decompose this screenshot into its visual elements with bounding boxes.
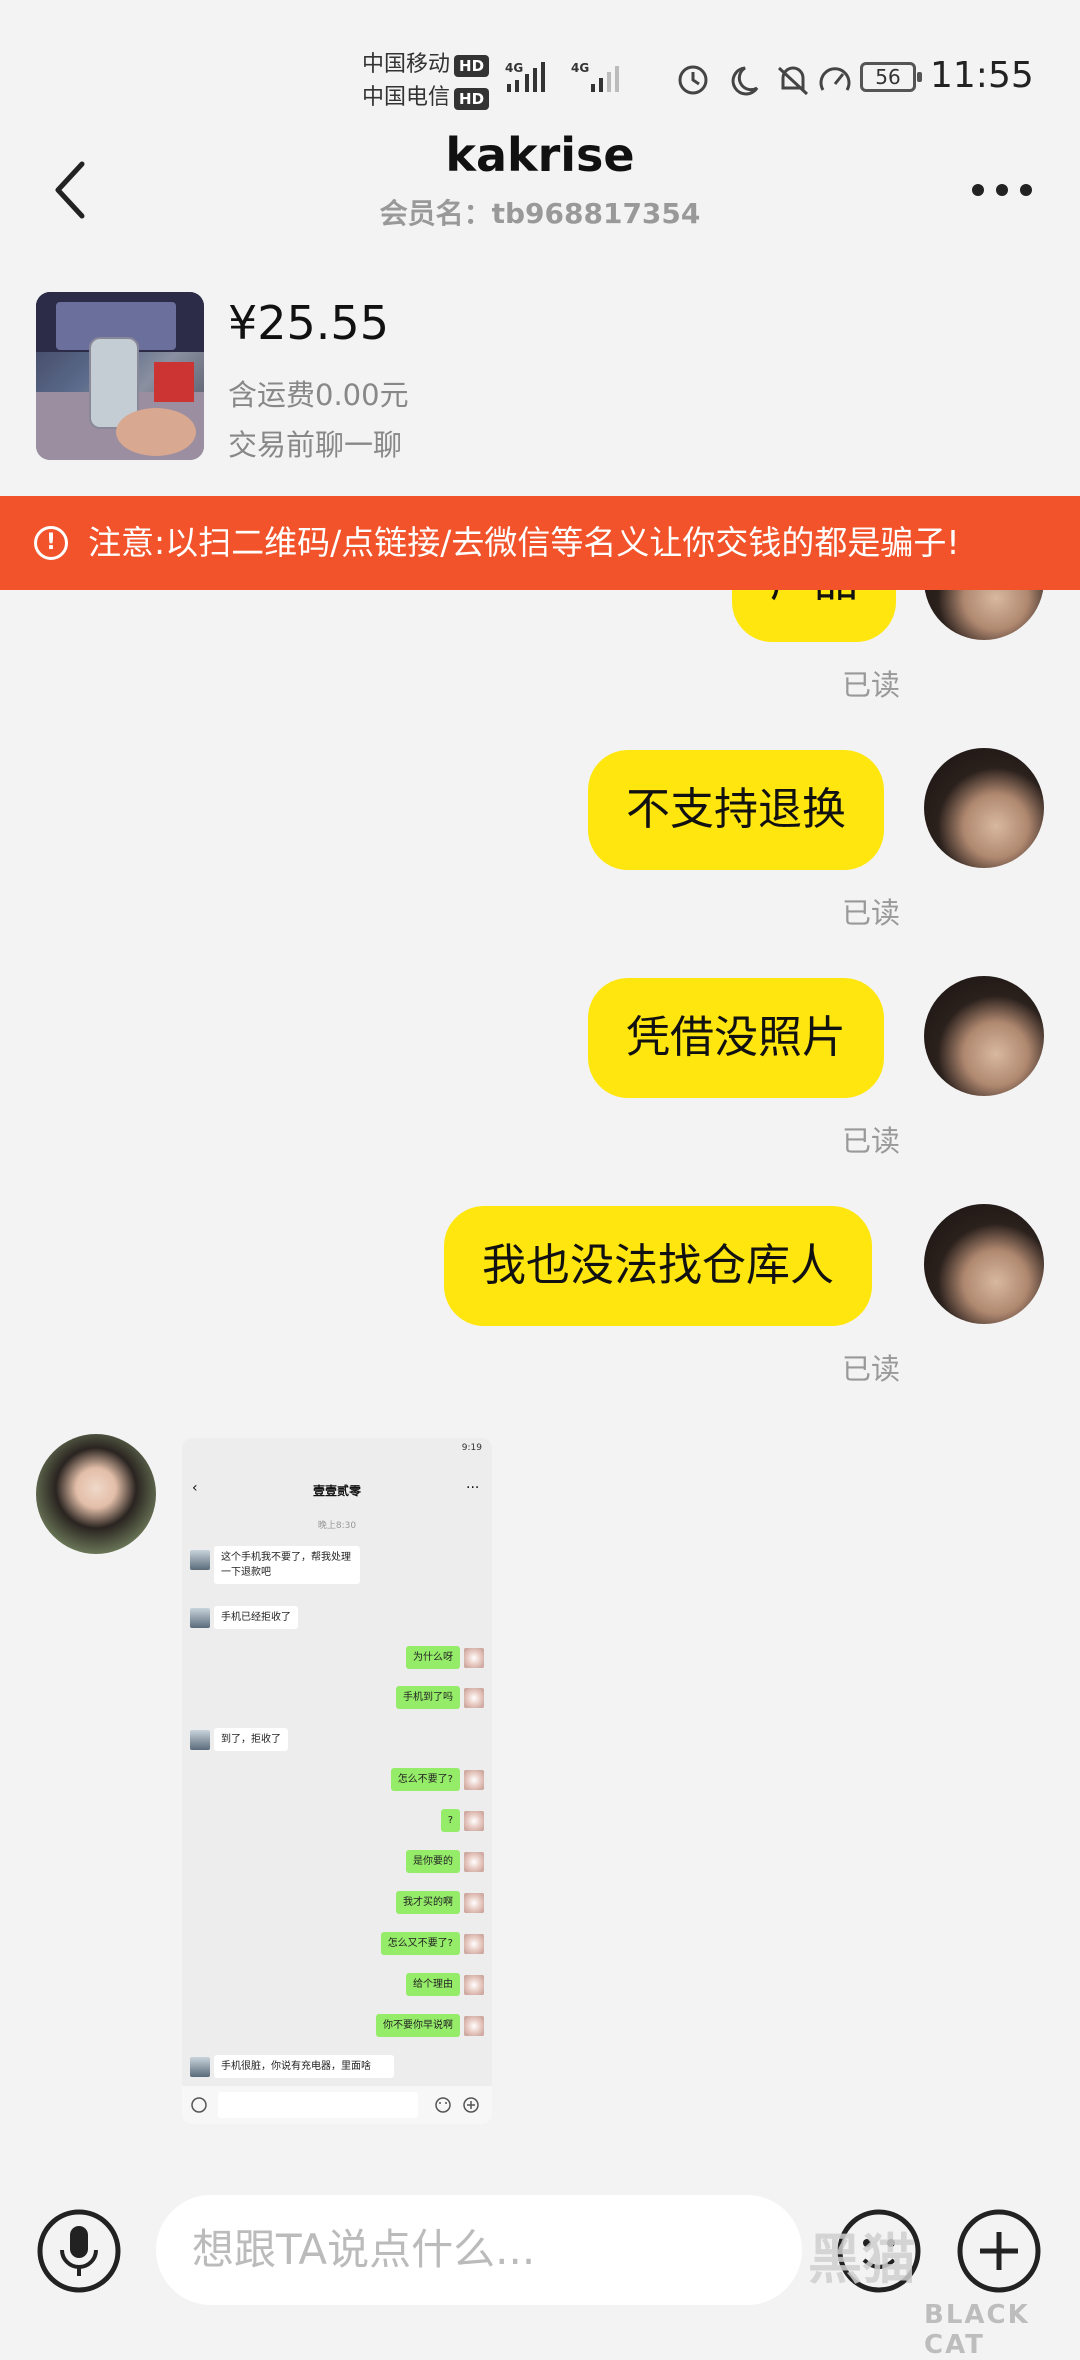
embedded-message: 给个理由: [406, 1973, 460, 1996]
avatar: [464, 1688, 484, 1708]
chat-prompt: 交易前聊一聊: [228, 428, 403, 462]
more-dots-icon: ···: [466, 1480, 480, 1496]
signal-icon: 4G 4G: [505, 58, 635, 102]
alarm-icon: [678, 65, 708, 95]
carrier-2: 中国电信: [362, 85, 451, 110]
embedded-input-bar: [182, 2086, 492, 2124]
more-dots-icon: [972, 184, 1032, 196]
add-button[interactable]: [956, 2208, 1042, 2298]
embedded-message: 这个手机我不要了，帮我处理一下退款吧: [214, 1546, 360, 1584]
battery-icon: 56: [860, 62, 922, 92]
embedded-message: 到了，拒收了: [214, 1728, 288, 1751]
emoji-icon: [435, 2097, 451, 2113]
svg-text:4G: 4G: [571, 61, 589, 75]
hd-badge: HD: [454, 55, 490, 77]
carrier-1: 中国移动: [362, 52, 451, 77]
speed-icon: [819, 67, 851, 91]
member-name: 会员名：tb968817354: [379, 197, 701, 230]
read-status: 已读: [842, 1124, 901, 1158]
product-price: ¥25.55: [228, 296, 389, 350]
avatar: [190, 1730, 210, 1750]
avatar: [190, 1550, 210, 1570]
avatar[interactable]: [924, 976, 1044, 1096]
status-icons: [675, 60, 855, 104]
read-status: 已读: [842, 668, 901, 702]
embedded-timestamp: 晚上8:30: [317, 1521, 357, 1531]
voice-icon: [191, 2097, 207, 2113]
product-image[interactable]: [36, 292, 204, 460]
embedded-message: 手机很脏，你说有充电器，里面啥: [214, 2055, 394, 2078]
voice-button[interactable]: [36, 2208, 122, 2298]
message-bubble[interactable]: 凭借没照片: [588, 978, 884, 1098]
plus-icon: [957, 2209, 1041, 2293]
scam-warning-banner: 注意:以扫二维码/点链接/去微信等名义让你交钱的都是骗子!: [0, 496, 1080, 590]
embedded-message: 手机到了吗: [396, 1686, 460, 1709]
mute-bell-icon: [777, 66, 809, 96]
avatar: [464, 1852, 484, 1872]
watermark-text: BLACK CAT: [924, 2300, 1030, 2360]
clock: 11:55: [930, 55, 1034, 96]
avatar[interactable]: [36, 1434, 156, 1554]
avatar: [464, 1648, 484, 1668]
read-status: 已读: [842, 1352, 901, 1386]
moon-icon: [731, 66, 759, 96]
embedded-message: 怎么又不要了?: [380, 1932, 460, 1955]
plus-icon: [463, 2097, 479, 2113]
warning-icon: !: [34, 526, 68, 560]
read-status: 已读: [842, 896, 901, 930]
screenshot-image-message[interactable]: 9:19 ‹ 壹壹贰零 ··· 晚上8:30 这个手机我不要了，帮我处理一下退款…: [182, 1438, 492, 2124]
watermark-logo: 黑猫: [808, 2228, 916, 2291]
avatar: [190, 1608, 210, 1628]
message-input[interactable]: 想跟TA说点什么...: [156, 2195, 802, 2305]
carrier-info: 中国移动 HD 中国电信 HD: [362, 48, 490, 114]
avatar: [464, 2016, 484, 2036]
avatar: [464, 1893, 484, 1913]
avatar: [464, 1811, 484, 1831]
page-title: kakrise: [445, 128, 635, 182]
avatar[interactable]: [924, 1204, 1044, 1324]
avatar: [464, 1770, 484, 1790]
svg-text:4G: 4G: [505, 61, 523, 75]
avatar: [464, 1934, 484, 1954]
message-bubble[interactable]: 不支持退换: [588, 750, 884, 870]
embedded-title: 壹壹贰零: [312, 1484, 361, 1498]
hd-badge: HD: [454, 88, 490, 110]
shipping-info: 含运费0.00元: [228, 378, 409, 412]
message-bubble[interactable]: 我也没法找仓库人: [444, 1206, 872, 1326]
avatar[interactable]: [924, 748, 1044, 868]
more-button[interactable]: [970, 180, 1034, 204]
embedded-message: 我才买的啊: [396, 1891, 460, 1914]
embedded-message: 你不要你早说啊: [376, 2014, 460, 2037]
embedded-message: 手机已经拒收了: [214, 1606, 298, 1629]
embedded-status-bar: 9:19: [461, 1443, 482, 1453]
embedded-message: 是你要的: [406, 1850, 460, 1873]
embedded-message: ?: [440, 1809, 460, 1832]
embedded-message: 为什么呀: [406, 1646, 460, 1669]
embedded-message: 怎么不要了?: [390, 1768, 460, 1791]
microphone-icon: [37, 2209, 121, 2293]
avatar: [464, 1975, 484, 1995]
avatar: [190, 2057, 210, 2077]
